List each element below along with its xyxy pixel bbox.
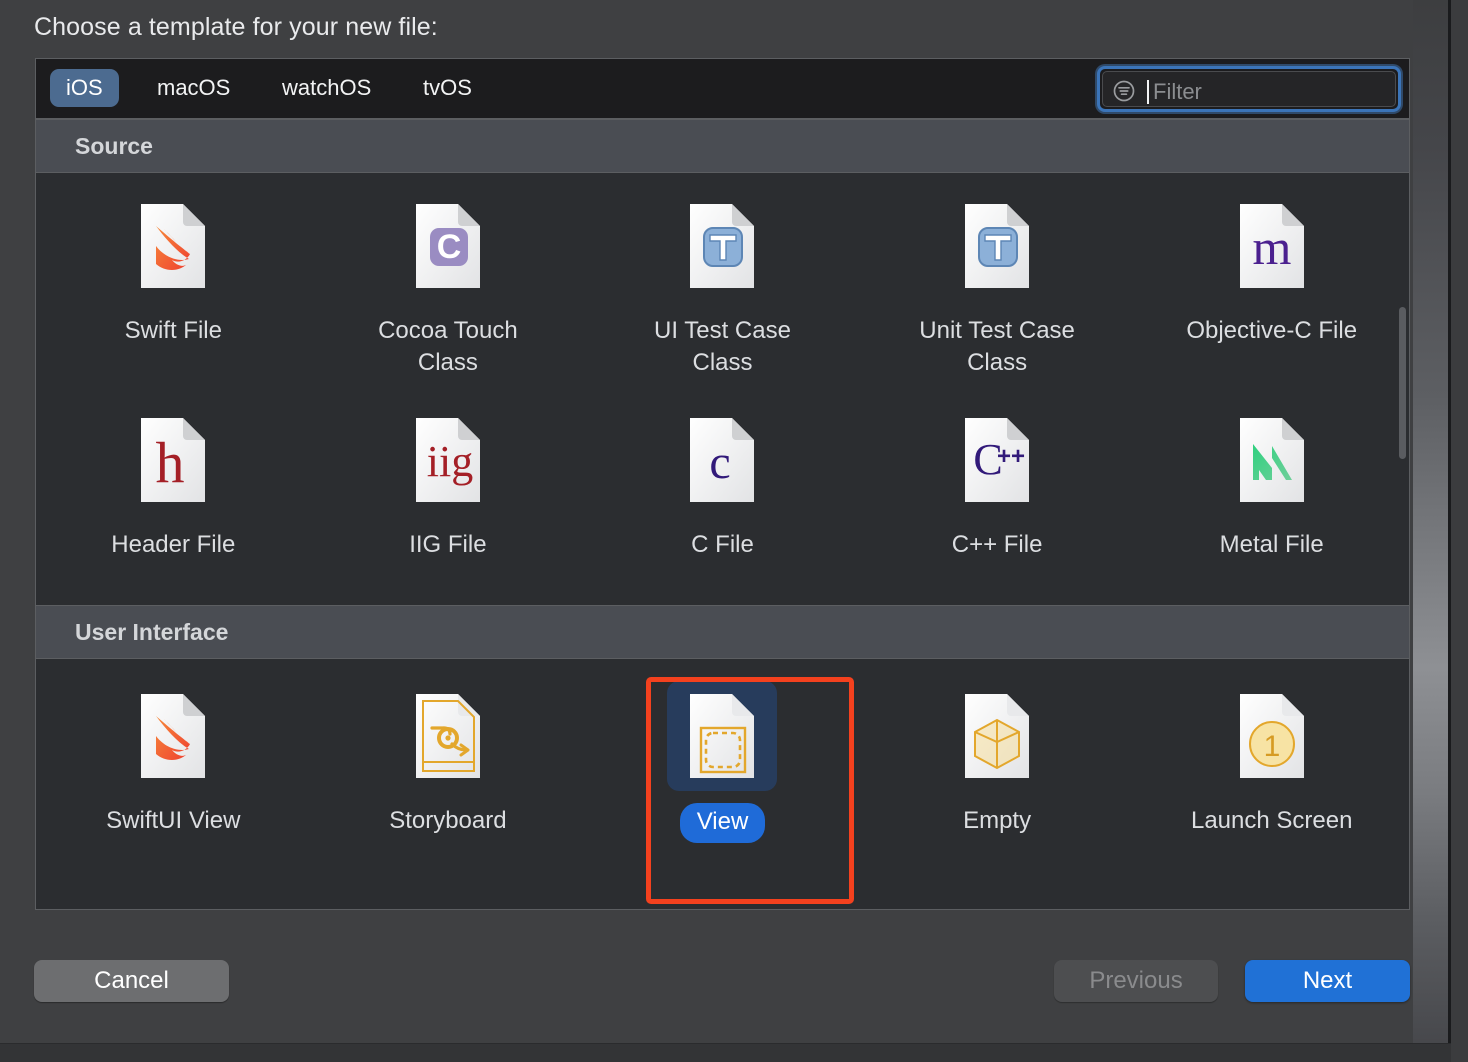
tab-macos[interactable]: macOS <box>141 69 246 107</box>
metal-file-icon <box>1238 416 1306 504</box>
tab-ios[interactable]: iOS <box>50 69 119 107</box>
tab-tvos[interactable]: tvOS <box>407 69 488 107</box>
template-thumb <box>942 681 1052 791</box>
template-label: Cocoa Touch Class <box>378 317 518 376</box>
template-panel: iOS macOS watchOS tvOS Filter Source Swi… <box>35 58 1410 910</box>
template-label: Header File <box>111 531 236 558</box>
template-item-iig-file[interactable]: iig IIG File <box>311 401 586 593</box>
template-thumb: C <box>393 191 503 301</box>
svg-text:C: C <box>437 228 462 266</box>
template-thumb: m <box>1217 191 1327 301</box>
template-item-cpp-file[interactable]: C ++ C++ File <box>860 401 1135 593</box>
cpp-file-icon: C ++ <box>963 416 1031 504</box>
empty-icon <box>963 692 1031 780</box>
template-label-selected: View <box>679 803 766 843</box>
previous-button[interactable]: Previous <box>1054 960 1218 1002</box>
template-item-cocoa-touch-class[interactable]: C Cocoa Touch Class <box>311 187 586 401</box>
next-button[interactable]: Next <box>1245 960 1410 1002</box>
scrollbar-thumb[interactable] <box>1399 307 1406 459</box>
section-body-user-interface: SwiftUI View Storyboard View Empty 1 Lau… <box>36 659 1409 869</box>
storyboard-icon <box>414 692 482 780</box>
section-header-source: Source <box>36 119 1409 173</box>
template-label: Objective-C File <box>1186 317 1358 344</box>
view-icon <box>688 692 756 780</box>
svg-text:iig: iig <box>427 437 473 486</box>
cancel-button[interactable]: Cancel <box>34 960 229 1002</box>
template-label: Storyboard <box>389 807 507 834</box>
template-item-metal-file[interactable]: Metal File <box>1134 401 1409 593</box>
template-label: Empty <box>963 807 1032 834</box>
template-grid-user-interface: SwiftUI View Storyboard View Empty 1 Lau… <box>36 659 1409 869</box>
template-label: C File <box>691 531 754 558</box>
template-item-c-file[interactable]: c C File <box>585 401 860 593</box>
template-thumb: iig <box>393 405 503 515</box>
template-thumb: C ++ <box>942 405 1052 515</box>
template-thumb <box>667 191 777 301</box>
template-item-objective-c-file[interactable]: m Objective-C File <box>1134 187 1409 401</box>
template-label: Launch Screen <box>1190 807 1353 834</box>
text-cursor <box>1147 80 1149 104</box>
filter-placeholder: Filter <box>1153 79 1202 104</box>
window-bottom-edge <box>0 1043 1451 1062</box>
header-file-icon: h <box>139 416 207 504</box>
swift-file-icon <box>139 202 207 290</box>
iig-file-icon: iig <box>414 416 482 504</box>
template-label: C++ File <box>951 531 1043 558</box>
swiftui-view-icon <box>139 692 207 780</box>
template-label: UI Test Case Class <box>654 317 791 376</box>
template-label: Unit Test Case Class <box>919 317 1075 376</box>
template-label: Metal File <box>1219 531 1324 558</box>
platform-tabbar: iOS macOS watchOS tvOS Filter <box>36 59 1409 119</box>
template-thumb: c <box>667 405 777 515</box>
launch-screen-icon: 1 <box>1238 692 1306 780</box>
template-item-storyboard[interactable]: Storyboard <box>311 677 586 869</box>
template-list-scrollbar[interactable] <box>1398 121 1407 909</box>
ui-test-case-icon <box>688 202 756 290</box>
section-title: Source <box>75 133 153 159</box>
svg-text:++: ++ <box>997 443 1025 470</box>
template-thumb <box>393 681 503 791</box>
section-body-source: Swift File C Cocoa Touch Class UI Test C… <box>36 173 1409 593</box>
template-thumb <box>118 191 228 301</box>
section-title: User Interface <box>75 619 229 645</box>
template-thumb-selected <box>667 681 778 791</box>
template-item-swiftui-view[interactable]: SwiftUI View <box>36 677 311 869</box>
template-thumb <box>1217 405 1327 515</box>
window-right-margin <box>1451 0 1468 1062</box>
svg-text:1: 1 <box>1263 730 1280 763</box>
template-item-launch-screen[interactable]: 1 Launch Screen <box>1134 677 1409 869</box>
template-thumb <box>942 191 1052 301</box>
cocoa-touch-class-icon: C <box>414 202 482 290</box>
svg-text:c: c <box>710 436 731 489</box>
new-file-template-dialog: Choose a template for your new file: iOS… <box>0 0 1451 1043</box>
objective-c-file-icon: m <box>1238 202 1306 290</box>
template-item-empty[interactable]: Empty <box>860 677 1135 869</box>
filter-field-inner: Filter <box>1102 71 1396 107</box>
page-title: Choose a template for your new file: <box>34 13 438 41</box>
template-label: Swift File <box>124 317 222 344</box>
template-thumb <box>118 681 228 791</box>
unit-test-case-icon <box>963 202 1031 290</box>
template-item-ui-test-case-class[interactable]: UI Test Case Class <box>585 187 860 401</box>
template-item-unit-test-case-class[interactable]: Unit Test Case Class <box>860 187 1135 401</box>
tab-watchos[interactable]: watchOS <box>266 69 387 107</box>
template-thumb: 1 <box>1217 681 1327 791</box>
c-file-icon: c <box>688 416 756 504</box>
svg-text:h: h <box>156 430 185 495</box>
section-header-user-interface: User Interface <box>36 605 1409 659</box>
template-label: SwiftUI View <box>106 807 241 834</box>
template-item-view[interactable]: View <box>585 677 860 869</box>
svg-text:m: m <box>1252 219 1291 275</box>
template-label: IIG File <box>409 531 487 558</box>
template-thumb: h <box>118 405 228 515</box>
panel-edge-gradient <box>1413 0 1449 1043</box>
template-item-header-file[interactable]: h Header File <box>36 401 311 593</box>
filter-icon <box>1113 80 1135 102</box>
template-item-swift-file[interactable]: Swift File <box>36 187 311 401</box>
template-grid-source: Swift File C Cocoa Touch Class UI Test C… <box>36 173 1409 593</box>
filter-field[interactable]: Filter <box>1097 66 1401 112</box>
